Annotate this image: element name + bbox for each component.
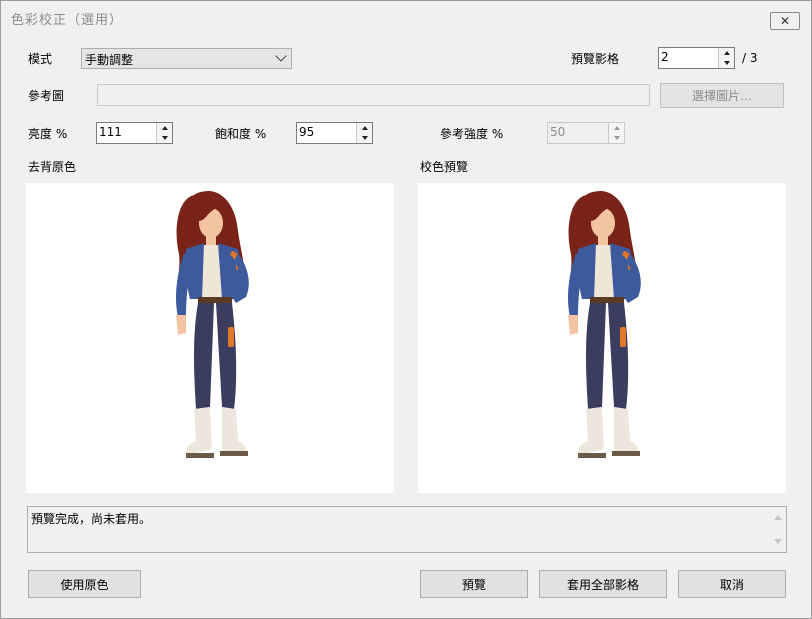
choose-image-button[interactable]: 選擇圖片… [660,83,784,108]
stepper-down-button[interactable] [609,133,624,143]
preview-panel-label: 校色預覽 [420,160,469,174]
cancel-button-label: 取消 [719,577,744,592]
use-original-color-label: 使用原色 [60,577,109,592]
cancel-button[interactable]: 取消 [678,570,786,598]
arrow-down-icon [613,136,620,140]
stepper-down-button[interactable] [719,58,734,68]
stepper-down-button[interactable] [157,133,172,143]
chevron-down-icon [275,50,287,62]
status-scrollbar[interactable] [769,507,786,552]
reference-strength-stepper[interactable]: 50 [547,122,625,144]
choose-image-button-label: 選擇圖片… [691,89,752,103]
arrow-up-icon [161,126,168,130]
mode-label: 模式 [28,52,53,66]
saturation-label: 飽和度 % [215,127,267,141]
preview-frame-total: / 3 [742,51,758,65]
reference-strength-value: 50 [550,125,566,139]
apply-all-frames-button[interactable]: 套用全部影格 [539,570,667,598]
arrow-up-icon [613,126,620,130]
reference-strength-label: 參考強度 % [440,127,504,141]
arrow-up-icon [361,126,368,130]
color-correction-dialog: 色彩校正（選用） ✕ 模式 手動調整 預覽影格 2 / 3 參考圖 選擇圖片… … [0,0,812,619]
preview-button[interactable]: 預覽 [420,570,528,598]
brightness-stepper[interactable]: 111 [96,122,173,144]
preview-frame-label: 預覽影格 [571,52,620,66]
arrow-up-icon [773,515,782,520]
close-icon: ✕ [779,14,791,28]
saturation-value: 95 [299,125,315,139]
arrow-up-icon [723,51,730,55]
arrow-down-icon [723,61,730,65]
window-title: 色彩校正（選用） [11,13,124,28]
arrow-down-icon [773,539,782,544]
arrow-down-icon [361,136,368,140]
preview-button-label: 預覽 [461,577,486,592]
stepper-down-button[interactable] [357,133,372,143]
use-original-color-button[interactable]: 使用原色 [28,570,141,598]
close-button[interactable]: ✕ [770,12,800,30]
preview-frame-value: 2 [661,50,669,64]
status-textbox[interactable]: 預覽完成，尚未套用。 [27,506,787,553]
scroll-up-arrow[interactable] [773,513,782,522]
reference-path-field [97,84,650,106]
arrow-down-icon [161,136,168,140]
saturation-stepper[interactable]: 95 [296,122,373,144]
brightness-value: 111 [99,125,122,139]
preview-image-panel [418,183,786,493]
character-image [156,187,266,487]
status-text: 預覽完成，尚未套用。 [31,512,152,526]
reference-label: 參考圖 [28,89,65,103]
mode-select[interactable]: 手動調整 [81,48,292,69]
mode-select-value: 手動調整 [85,53,134,67]
brightness-label: 亮度 % [28,127,68,141]
character-image [548,187,658,487]
apply-all-frames-label: 套用全部影格 [566,577,639,592]
scroll-down-arrow[interactable] [773,537,782,546]
original-image-panel [26,183,394,493]
preview-frame-stepper[interactable]: 2 [658,47,735,69]
title-bar: 色彩校正（選用） ✕ [1,1,811,34]
original-panel-label: 去背原色 [28,160,77,174]
